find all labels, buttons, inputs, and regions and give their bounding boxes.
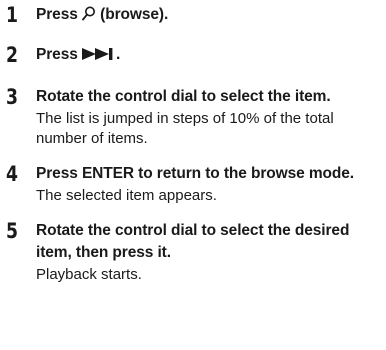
step-number: 2 [6, 43, 18, 67]
step-number: 3 [6, 85, 18, 109]
instruction-text-after: (browse). [100, 6, 169, 23]
search-icon [82, 6, 96, 28]
step-number: 5 [6, 219, 18, 243]
step-3: 3 Rotate the control dial to select the … [6, 85, 382, 149]
step-instruction: Rotate the control dial to select the it… [36, 88, 331, 105]
instruction-steps: 1 Press (browse). 2 Press . 3 Rotate the… [6, 3, 382, 285]
step-instruction: Rotate the control dial to select the de… [36, 222, 350, 261]
instruction-text-after: . [115, 46, 121, 63]
step-result: The selected item appears. [36, 187, 217, 204]
step-2: 2 Press . [6, 43, 382, 68]
step-5: 5 Rotate the control dial to select the … [6, 219, 382, 285]
step-instruction: Press (browse). [36, 4, 382, 28]
step-number: 1 [6, 3, 18, 27]
step-instruction: Press . [36, 44, 382, 68]
step-4: 4 Press ENTER to return to the browse mo… [6, 162, 382, 206]
step-number: 4 [6, 162, 18, 186]
next-track-icon [81, 46, 116, 68]
step-instruction: Press ENTER to return to the browse mode… [36, 165, 355, 182]
step-result: Playback starts. [36, 266, 142, 283]
instruction-text-before: Press [36, 46, 78, 63]
instruction-text-before: Press [36, 6, 78, 23]
step-1: 1 Press (browse). [6, 3, 382, 28]
step-result: The list is jumped in steps of 10% of th… [36, 110, 334, 147]
